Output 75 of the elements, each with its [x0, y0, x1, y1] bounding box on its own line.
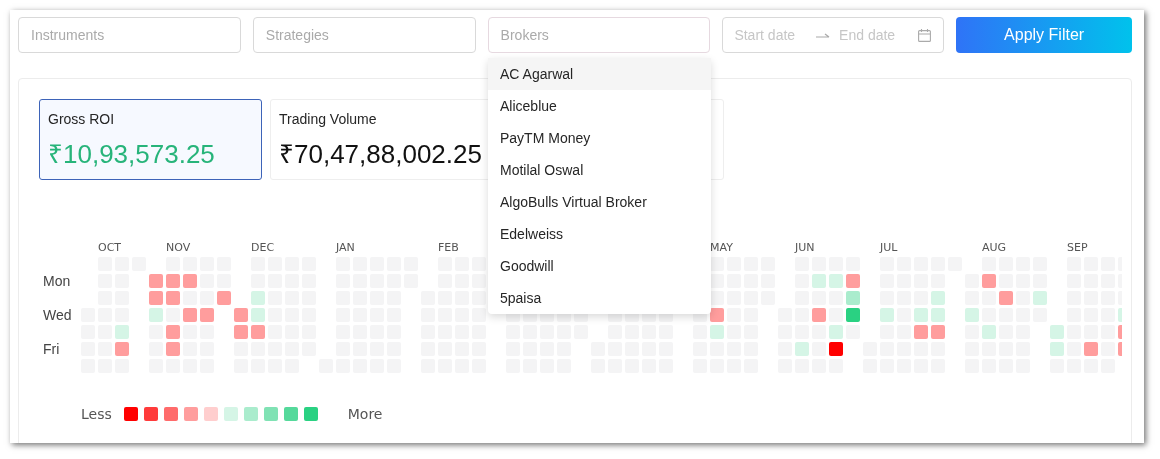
heatmap-cell[interactable]	[710, 308, 724, 322]
month-label: JUL	[880, 241, 899, 256]
heatmap-cell[interactable]	[183, 308, 197, 322]
heatmap-cell[interactable]	[234, 308, 248, 322]
heatmap-cell[interactable]	[251, 325, 265, 339]
heatmap-cell[interactable]	[1050, 325, 1064, 339]
heatmap-cell[interactable]	[149, 274, 163, 288]
heatmap-cell[interactable]	[982, 325, 996, 339]
broker-option[interactable]: AC Agarwal	[488, 58, 711, 90]
month-label: NOV	[166, 241, 192, 256]
heatmap-cell[interactable]	[1050, 342, 1064, 356]
heatmap-cell[interactable]	[149, 308, 163, 322]
heatmap-cell[interactable]	[251, 291, 265, 305]
heatmap-cell[interactable]	[931, 325, 945, 339]
heatmap-cell[interactable]	[234, 325, 248, 339]
brokers-field[interactable]: Brokers	[487, 17, 711, 53]
month-label: OCT	[98, 241, 123, 256]
month-label: FEB	[438, 241, 460, 256]
heatmap-cell[interactable]	[846, 274, 860, 288]
heatmap-cell[interactable]	[217, 291, 231, 305]
heatmap-cell[interactable]	[829, 274, 843, 288]
heatmap-cell[interactable]	[1084, 342, 1098, 356]
stat-value: ₹70,47,88,002.25	[279, 138, 483, 171]
stat-card[interactable]: Gross ROI ₹10,93,573.25	[39, 99, 262, 180]
month-label: SEP	[1067, 241, 1089, 256]
arrow-right-icon	[816, 32, 831, 38]
heatmap-cell[interactable]	[1033, 291, 1047, 305]
stat-label: Trading Volume	[279, 111, 378, 127]
heatmap-cell[interactable]	[829, 325, 843, 339]
heatmap-cell[interactable]	[795, 342, 809, 356]
legend-more-label: More	[347, 406, 383, 422]
heatmap-cell[interactable]	[166, 291, 180, 305]
heatmap-cell[interactable]	[251, 308, 265, 322]
heatmap-cell[interactable]	[846, 308, 860, 322]
heatmap-cell[interactable]	[999, 291, 1013, 305]
broker-option[interactable]: AlgoBulls Virtual Broker	[488, 186, 711, 218]
broker-option[interactable]: Edelweiss	[488, 218, 711, 250]
month-label: JUN	[795, 241, 816, 256]
weekday-label: Mon	[42, 274, 72, 288]
heatmap-cell[interactable]	[914, 325, 928, 339]
heatmap-cell[interactable]	[931, 291, 945, 305]
month-label: DEC	[251, 241, 276, 256]
heatmap-cell[interactable]	[914, 308, 928, 322]
heatmap-cell[interactable]	[149, 291, 163, 305]
instruments-field[interactable]: Instruments	[18, 17, 241, 53]
month-label: AUG	[982, 241, 1008, 256]
stat-value: ₹10,93,573.25	[48, 138, 216, 171]
heatmap-cell[interactable]	[115, 342, 129, 356]
weekday-label: Fri	[42, 342, 61, 356]
heatmap-cell[interactable]	[965, 308, 979, 322]
stat-label: Gross ROI	[48, 111, 116, 127]
calendar-icon	[918, 28, 932, 42]
month-label: JAN	[336, 241, 356, 256]
broker-option[interactable]: 5paisa	[488, 282, 711, 314]
heatmap-cell[interactable]	[200, 308, 214, 322]
start-date-placeholder: Start date	[734, 27, 796, 43]
heatmap-cell[interactable]	[829, 342, 843, 356]
heatmap-cell[interactable]	[812, 308, 826, 322]
heatmap-cell[interactable]	[166, 325, 180, 339]
heatmap-cell[interactable]	[982, 274, 996, 288]
weekday-label: Wed	[42, 308, 73, 322]
month-label: MAY	[710, 241, 734, 256]
heatmap-cell[interactable]	[880, 308, 894, 322]
broker-option[interactable]: Goodwill	[488, 250, 711, 282]
heatmap-cell[interactable]	[183, 274, 197, 288]
heatmap-cell[interactable]	[166, 342, 180, 356]
legend-less-label: Less	[81, 406, 112, 422]
heatmap-cell[interactable]	[166, 274, 180, 288]
heatmap-cell[interactable]	[846, 291, 860, 305]
heatmap-cell[interactable]	[710, 325, 724, 339]
heatmap-cell[interactable]	[931, 308, 945, 322]
strategies-field[interactable]: Strategies	[252, 17, 476, 53]
heatmap-cell[interactable]	[812, 274, 826, 288]
heatmap-cell[interactable]	[115, 325, 129, 339]
end-date-placeholder: End date	[839, 27, 896, 43]
